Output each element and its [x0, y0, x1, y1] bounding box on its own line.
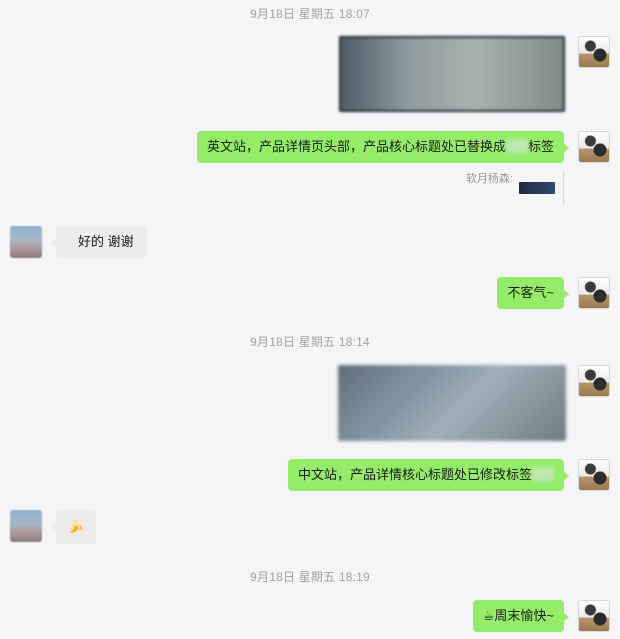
- quote-thumbnail: [519, 182, 555, 194]
- self-avatar[interactable]: [578, 131, 610, 163]
- message-text: 好的 谢谢: [78, 234, 134, 249]
- redacted-text: [532, 467, 554, 481]
- message-text: 不客气~: [507, 285, 554, 300]
- self-avatar[interactable]: [578, 459, 610, 491]
- message-text: 中文站，产品详情核心标题处已修改标签: [297, 467, 532, 482]
- redacted-text: [505, 139, 528, 153]
- message-bubble-self[interactable]: 英文站，产品详情页头部，产品核心标题处已替换成 标签: [196, 131, 570, 163]
- timestamp: 9月18日 星期五 18:14: [250, 335, 370, 349]
- message-text: 标签: [527, 139, 554, 154]
- message-bubble-self[interactable]: 不客气~: [497, 277, 569, 309]
- coffee-icon: ☕: [482, 609, 495, 624]
- quote-sender: 软月杨森:: [465, 173, 513, 185]
- timestamp: 9月18日 星期五 18:07: [250, 7, 370, 21]
- banana-icon: 🍌: [67, 519, 85, 534]
- timestamp: 9月18日 星期五 18:19: [250, 570, 370, 584]
- message-bubble-self[interactable]: ☕周末愉快~: [472, 600, 570, 632]
- peer-avatar[interactable]: [10, 510, 42, 542]
- message-bubble-self[interactable]: 中文站，产品详情核心标题处已修改标签: [287, 459, 570, 491]
- message-bubble-peer[interactable]: 🍌: [51, 510, 96, 544]
- image-message[interactable]: [338, 365, 566, 441]
- message-text: 英文站，产品详情页头部，产品核心标题处已替换成: [206, 139, 506, 154]
- self-avatar[interactable]: [578, 277, 610, 309]
- self-avatar[interactable]: [578, 600, 610, 632]
- self-avatar[interactable]: [578, 365, 610, 397]
- message-bubble-peer[interactable]: 好的 谢谢: [51, 226, 146, 258]
- quoted-reply[interactable]: 软月杨森:: [466, 170, 564, 206]
- image-message[interactable]: [339, 36, 565, 112]
- message-text: 周末愉快~: [494, 608, 554, 623]
- peer-avatar[interactable]: [10, 226, 42, 258]
- self-avatar[interactable]: [578, 36, 610, 68]
